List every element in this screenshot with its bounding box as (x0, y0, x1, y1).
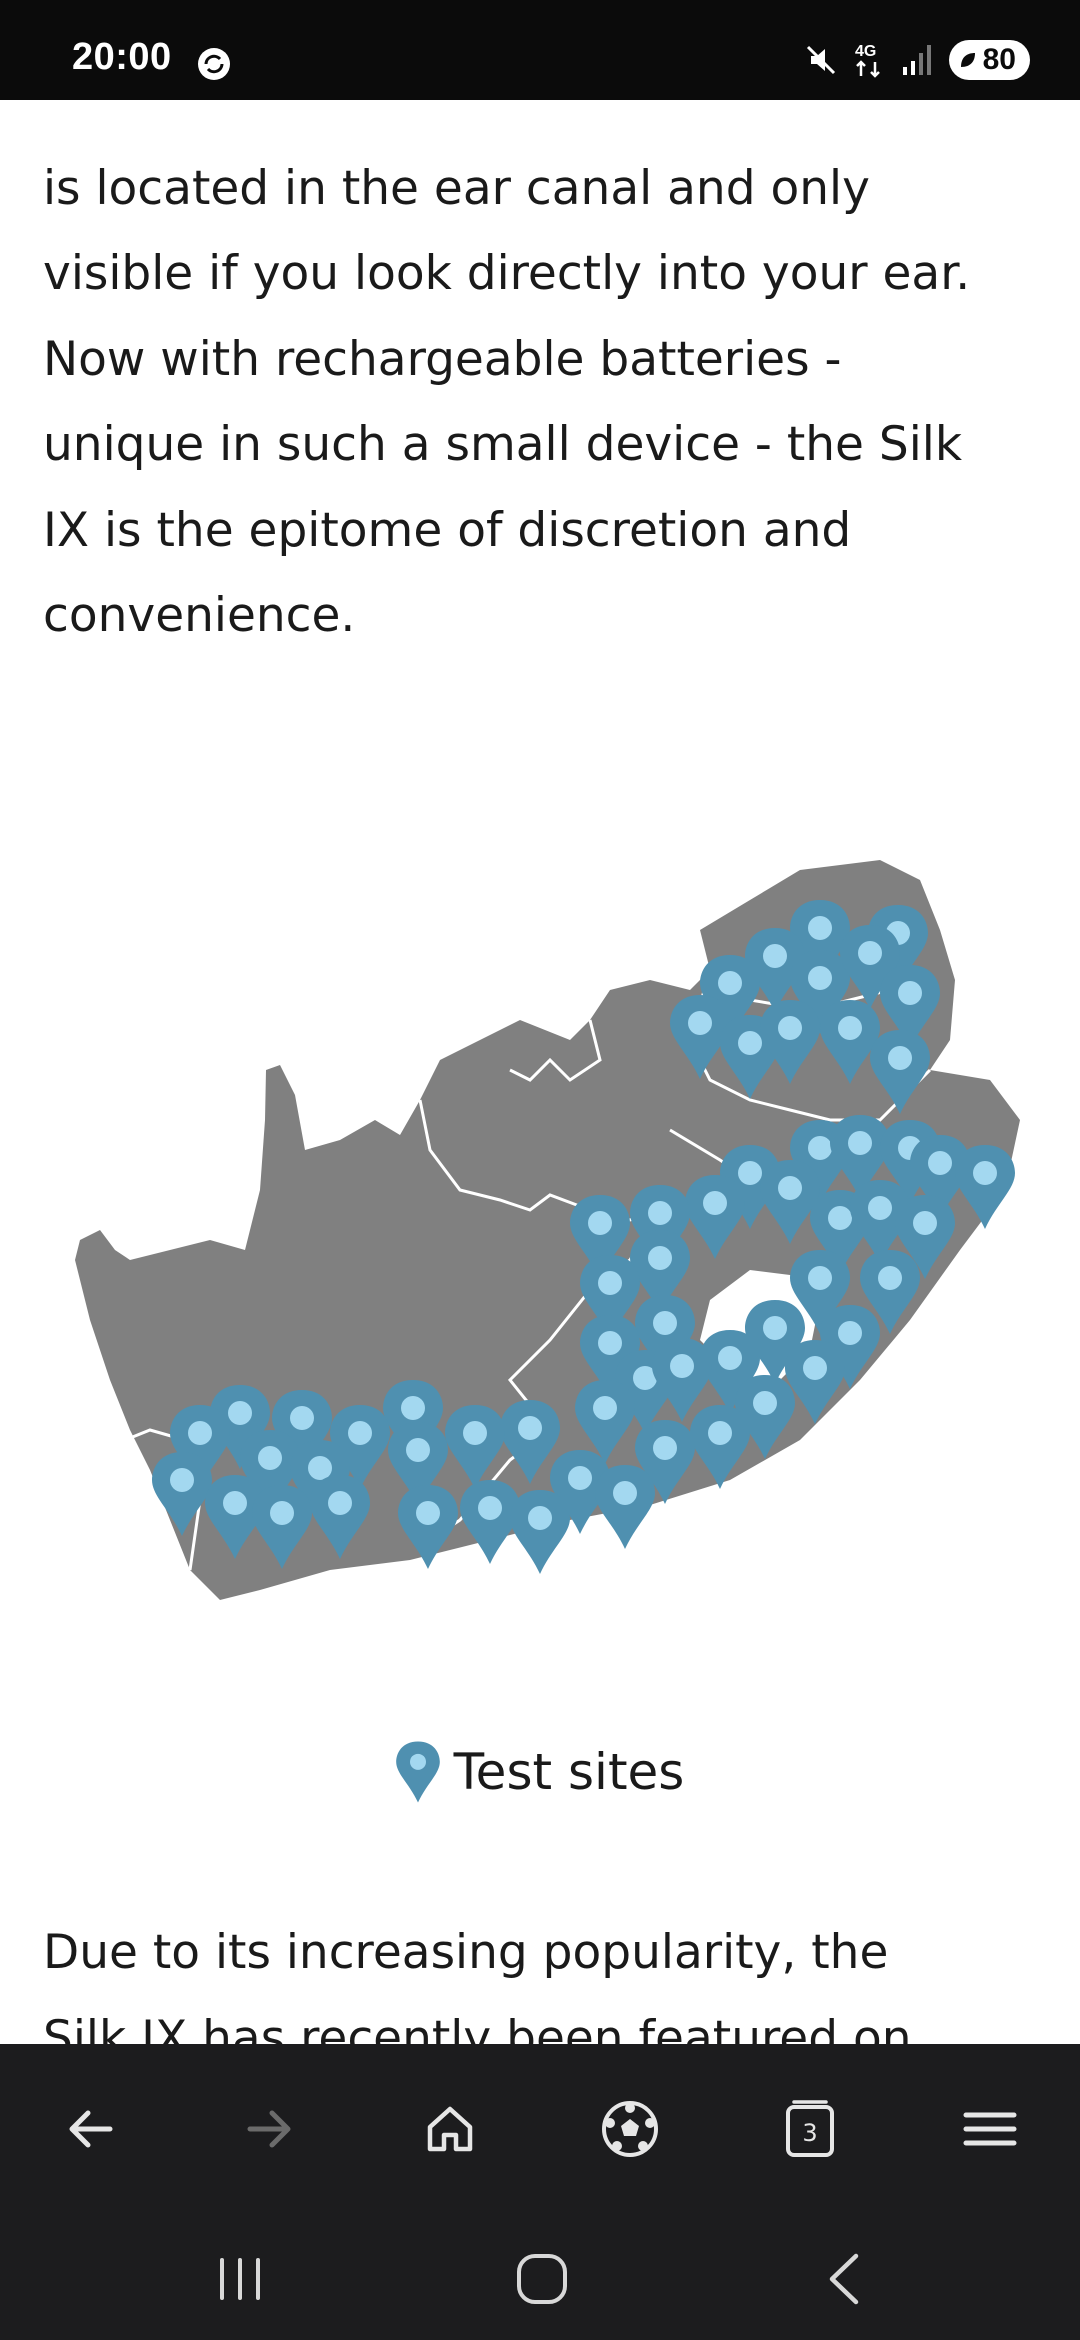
network-label: 4G (855, 43, 876, 60)
article-paragraph-top: is located in the ear canal and only vis… (43, 100, 1053, 659)
sports-button[interactable] (570, 2069, 690, 2189)
browser-toolbar: 3 (0, 2044, 1080, 2214)
tabs-icon: 3 (786, 2100, 834, 2157)
paragraph-line: visible if you look directly into your e… (43, 246, 971, 301)
tabs-count: 3 (802, 2119, 817, 2147)
paragraph-line-partial (43, 100, 1053, 146)
status-bar: 20:00 4G 80 (0, 0, 1080, 100)
paragraph-line: Due to its increasing popularity, the (43, 1925, 889, 1980)
battery-level: 80 (982, 43, 1016, 76)
menu-button[interactable] (930, 2069, 1050, 2189)
map-legend: Test sites (0, 1740, 1080, 1804)
signal-icon (902, 45, 931, 75)
status-icons: 4G 80 (803, 40, 1030, 80)
sync-icon (198, 48, 230, 80)
back-chevron-icon (829, 2253, 859, 2305)
back-button[interactable] (30, 2069, 150, 2189)
paragraph-line: unique in such a small device - the Silk (43, 417, 963, 472)
back-nav-button[interactable] (784, 2234, 904, 2324)
tabs-button[interactable]: 3 (750, 2069, 870, 2189)
mute-icon (806, 45, 835, 75)
map-pin-icon (395, 1741, 440, 1803)
home-icon (427, 2106, 473, 2152)
battery-indicator: 80 (948, 40, 1030, 80)
recent-apps-icon (220, 2258, 260, 2300)
south-africa-test-sites-map (75, 860, 1020, 1600)
recent-apps-button[interactable] (180, 2234, 300, 2324)
home-nav-button[interactable] (482, 2234, 602, 2324)
system-navigation-bar (0, 2214, 1080, 2340)
paragraph-line: IX is the epitome of discretion and (43, 502, 852, 558)
paragraph-line: Silk IX has recently been featured on (43, 2010, 912, 2045)
network-4g-icon: 4G (855, 43, 880, 78)
article-paragraph-bottom: Due to its increasing popularity, the Si… (43, 1910, 1053, 2044)
status-time: 20:00 (72, 36, 172, 78)
home-circle-icon (517, 2254, 567, 2304)
menu-icon (963, 2112, 1017, 2146)
forward-button[interactable] (210, 2069, 330, 2189)
back-arrow-icon (69, 2110, 113, 2148)
paragraph-line: is located in the ear canal and only (43, 160, 870, 216)
forward-arrow-icon (247, 2110, 291, 2148)
legend-label: Test sites (453, 1743, 685, 1801)
paragraph-line: convenience. (43, 588, 356, 643)
battery-icon (960, 53, 975, 67)
soccer-ball-icon (602, 2101, 658, 2157)
home-button[interactable] (390, 2069, 510, 2189)
paragraph-line: Now with rechargeable batteries - (43, 331, 842, 387)
web-content[interactable]: is located in the ear canal and only vis… (0, 100, 1080, 2044)
